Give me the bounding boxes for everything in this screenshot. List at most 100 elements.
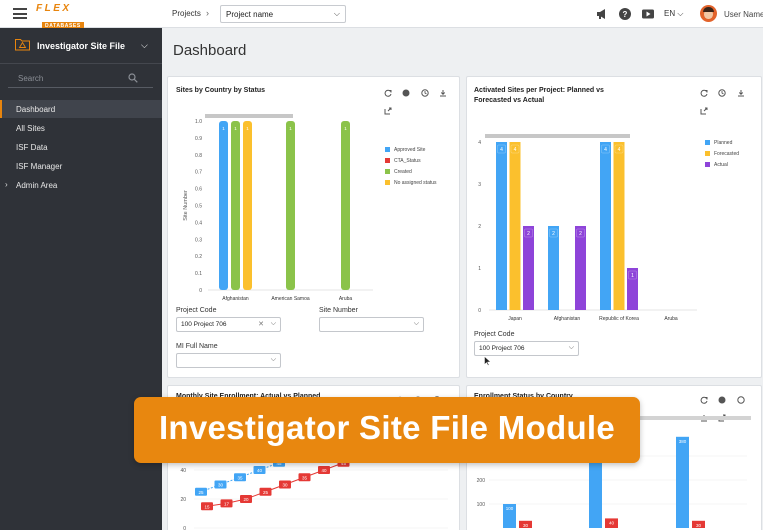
x-tick-label: Republic of Korea (599, 316, 639, 322)
project-code-select[interactable]: 100 Project 706 ⌵ (474, 341, 579, 356)
bar (509, 142, 521, 310)
megaphone-icon[interactable] (596, 8, 608, 20)
refresh-icon[interactable] (700, 89, 708, 97)
sidebar-item-isf-manager[interactable]: ISF Manager (0, 157, 162, 175)
card-sites-by-country: Sites by Country by Status 0 0.1 0.2 0.3 0.4… (167, 76, 460, 378)
user-name[interactable]: User Name (724, 10, 763, 19)
y-tick-label: 200 (477, 478, 486, 484)
site-number-label: Site Number (319, 307, 358, 314)
project-code-label: Project Code (176, 307, 217, 314)
y-tick-label: 0.5 (195, 204, 202, 210)
legend-swatch (705, 162, 710, 167)
sidebar-item-admin-area[interactable]: › Admin Area (0, 176, 162, 194)
top-bar: FLEX DATABASES Projects › Project name ⌵… (0, 0, 763, 30)
sites-by-country-chart: 0 0.1 0.2 0.3 0.4 0.5 0.6 0.7 0.8 0.9 1.0 Site Numb… (183, 114, 437, 302)
cursor-icon (484, 356, 491, 366)
project-code-select[interactable]: 100 Project 706 ✕ ⌵ (176, 317, 281, 332)
bar-data-label: 380 (679, 439, 687, 444)
search-input[interactable]: Search (18, 74, 43, 83)
breadcrumb-separator: › (206, 8, 209, 18)
refresh-icon[interactable] (384, 89, 392, 97)
clear-icon[interactable]: ✕ (258, 320, 264, 328)
x-tick-label: Aruba (339, 296, 353, 302)
y-tick-label: 3 (478, 182, 481, 188)
bar-data-label: 4 (618, 147, 621, 153)
point-label: 25 (198, 490, 204, 495)
bar-data-label: 2 (579, 231, 582, 237)
module-selector[interactable]: Investigator Site File ⌵ (0, 28, 162, 64)
sidebar-search[interactable]: Search (8, 70, 153, 88)
help-icon[interactable]: ? (619, 8, 631, 20)
expand-icon[interactable] (700, 107, 708, 115)
bar (231, 121, 240, 290)
y-tick-label: 0.3 (195, 237, 202, 243)
folder-warning-icon (15, 39, 30, 51)
module-banner: Investigator Site File Module (134, 397, 640, 463)
search-icon[interactable] (128, 73, 138, 83)
mi-full-name-select[interactable]: ⌵ (176, 353, 281, 368)
bar (219, 121, 228, 290)
y-tick-label: 2 (478, 224, 481, 230)
y-tick-label: 0.4 (195, 220, 202, 226)
bar-data-label: 40 (609, 520, 615, 525)
x-tick-label: Afghanistan (554, 316, 581, 322)
bar-data-label: 1 (631, 273, 634, 279)
chart-scroll-bar (205, 114, 293, 118)
project-select[interactable]: Project name ⌵ (220, 5, 346, 23)
card-title: Sites by Country by Status (176, 87, 266, 94)
banner-text: Investigator Site File Module (158, 409, 616, 446)
info-icon[interactable] (402, 89, 410, 97)
breadcrumb-projects[interactable]: Projects (172, 9, 201, 18)
y-tick-label: 0 (199, 288, 202, 294)
legend-swatch (385, 180, 390, 185)
chevron-down-icon: ⌵ (413, 320, 419, 327)
sidebar-item-isf-data[interactable]: ISF Data (0, 138, 162, 156)
bar (286, 121, 295, 290)
bar (341, 121, 350, 290)
bar (575, 226, 586, 310)
bar-data-label: 4 (604, 147, 607, 153)
legend-label: Created (394, 169, 412, 175)
chevron-down-icon: ⌵ (270, 356, 276, 363)
sidebar-item-dashboard[interactable]: Dashboard (0, 100, 162, 118)
flex-databases-logo[interactable]: FLEX DATABASES (36, 4, 92, 30)
download-icon[interactable] (439, 89, 447, 97)
card-title-line-1: Activated Sites per Project: Planned vs (474, 87, 604, 94)
bar-data-label: 30 (696, 523, 702, 528)
y-tick-label: 0.9 (195, 136, 202, 142)
svg-text:?: ? (623, 10, 628, 19)
chevron-down-icon: ⌵ (333, 9, 340, 18)
point-label: 30 (282, 483, 288, 488)
project-code-value: 100 Project 706 (181, 321, 227, 328)
video-icon[interactable] (642, 8, 654, 20)
point-label: 25 (263, 490, 269, 495)
chevron-down-icon: ⌵ (270, 320, 276, 327)
language-select[interactable]: EN ⌵ (664, 9, 683, 19)
chevron-right-icon: › (5, 180, 8, 189)
bar-data-label: 30 (523, 523, 529, 528)
point-label: 30 (218, 483, 224, 488)
x-tick-label: American Samoa (271, 296, 310, 302)
avatar[interactable] (700, 5, 717, 22)
sidebar-item-label: Dashboard (16, 105, 56, 114)
clock-icon[interactable] (421, 89, 429, 97)
legend-swatch (705, 151, 710, 156)
bar (600, 142, 611, 310)
bar-data-label: 2 (552, 231, 555, 237)
menu-icon[interactable] (13, 8, 27, 19)
bar-data-label: 2 (527, 231, 530, 237)
legend-swatch (385, 169, 390, 174)
clock-icon[interactable] (718, 89, 727, 97)
y-tick-label: 4 (478, 140, 481, 146)
bar (548, 226, 559, 310)
bar (676, 436, 689, 528)
project-code-label: Project Code (474, 331, 515, 338)
sidebar-item-all-sites[interactable]: All Sites (0, 119, 162, 137)
y-tick-label: 1 (478, 266, 481, 272)
sidebar-item-label: Admin Area (16, 181, 58, 190)
download-icon[interactable] (737, 89, 745, 97)
chart-scroll-bar (485, 134, 630, 138)
legend-label: Approved Site (394, 147, 426, 153)
site-number-select[interactable]: ⌵ (319, 317, 424, 332)
chevron-down-icon: ⌵ (141, 40, 148, 50)
